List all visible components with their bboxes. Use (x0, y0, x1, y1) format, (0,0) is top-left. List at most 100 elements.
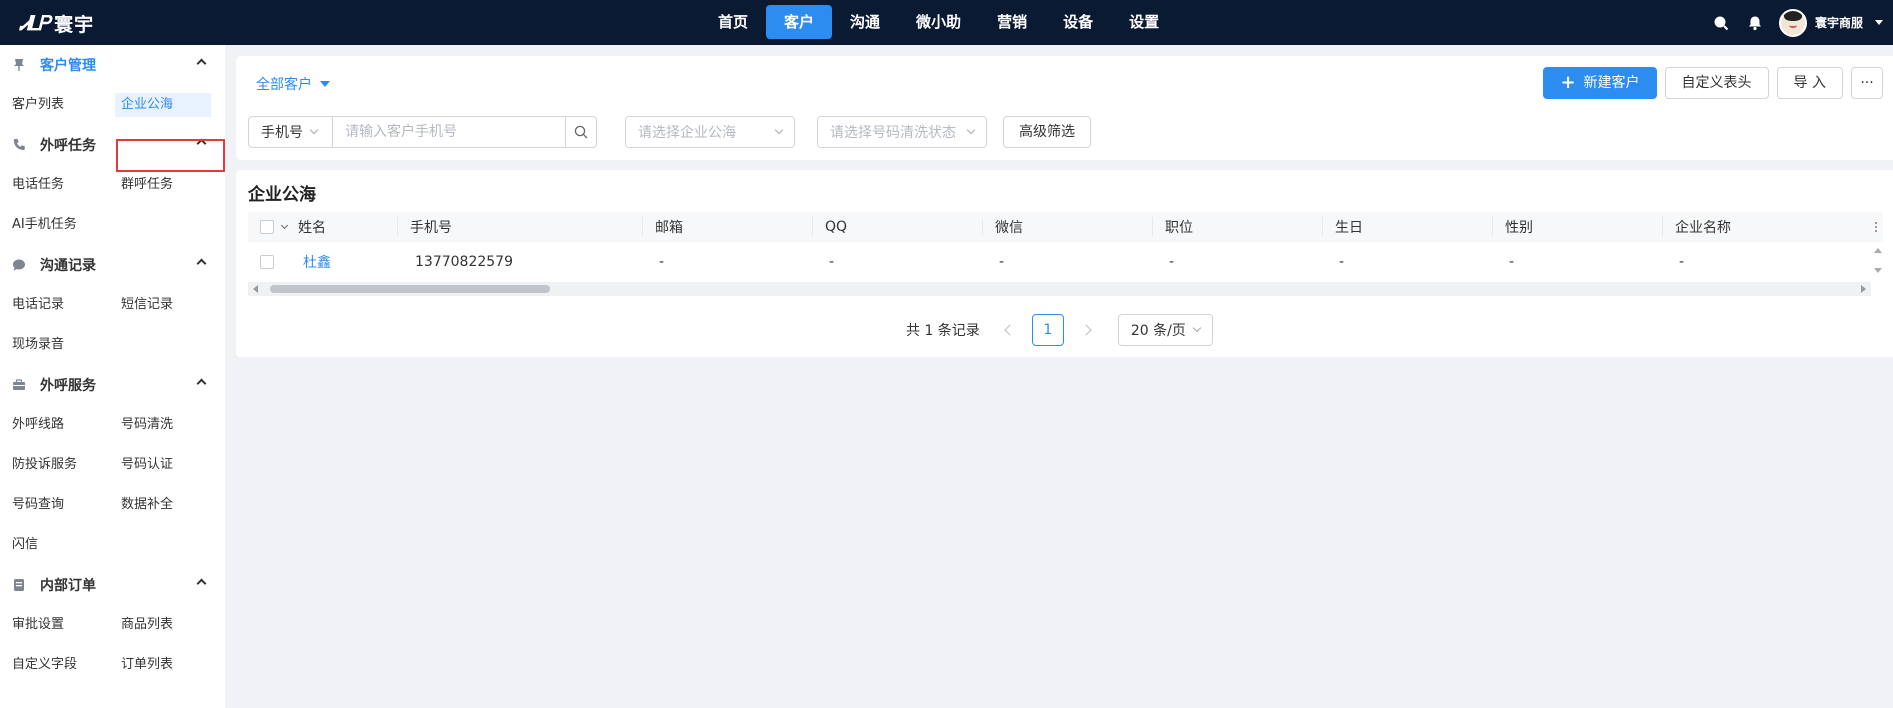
top-bar: ᏗᏞᏢ 寰宇 首页 客户 沟通 微小助 营销 设备 设置 寰宇商服 (0, 0, 1893, 45)
all-customers-dropdown[interactable]: 全部客户 (256, 74, 330, 94)
search-button[interactable] (566, 116, 597, 148)
chevron-down-icon (1192, 323, 1202, 333)
table-cell: - (829, 254, 835, 270)
column-header: 职位 (1153, 217, 1323, 237)
sidebar-item-phone-task[interactable]: 电话任务 (0, 165, 109, 205)
chevron-up-icon[interactable] (196, 58, 207, 69)
sidebar-item-group-call-task[interactable]: 群呼任务 (109, 165, 218, 205)
sidebar-group-header[interactable]: 客户管理 (0, 45, 225, 85)
chevron-down-icon[interactable] (280, 221, 289, 230)
column-header: 企业名称 (1675, 220, 1731, 236)
top-right-area: 寰宇商服 (1711, 0, 1883, 45)
sidebar-group-communication-records: 沟通记录 电话记录 短信记录 现场录音 (0, 245, 225, 365)
sidebar-item-number-lookup[interactable]: 号码查询 (0, 485, 109, 525)
customer-table: 姓名 手机号 邮箱 QQ 微信 职位 生日 性别 企业名称 杜鑫 1377082… (248, 212, 1883, 296)
table-panel: 企业公海 姓名 手机号 邮箱 QQ 微信 职位 生日 性别 企业名称 杜鑫 13… (236, 170, 1893, 357)
sidebar-item-approval-settings[interactable]: 审批设置 (0, 605, 109, 645)
filter-row: 手机号 请选择企业公海 请选择号码清洗状态 高级筛选 (248, 116, 1091, 148)
table-cell: 13770822579 (415, 254, 513, 270)
sidebar-item-anti-complaint[interactable]: 防投诉服务 (0, 445, 109, 485)
phone-search-input[interactable] (333, 116, 566, 148)
chevron-down-icon (966, 125, 976, 135)
more-button[interactable]: ··· (1851, 67, 1883, 99)
pagination: 共 1 条记录 1 20 条/页 (906, 314, 1213, 346)
sidebar-group-outbound-services: 外呼服务 外呼线路 号码清洗 防投诉服务 号码认证 号码查询 数据补全 闪信 (0, 365, 225, 565)
table-row[interactable]: 杜鑫 13770822579 - - - - - - - (248, 242, 1883, 282)
column-header: 性别 (1493, 217, 1663, 237)
chat-icon (12, 258, 26, 272)
vertical-scrollbar[interactable] (1871, 242, 1883, 282)
avatar (1778, 8, 1807, 37)
sidebar-group-header[interactable]: 沟通记录 (0, 245, 225, 285)
scroll-right-icon[interactable] (1861, 285, 1866, 293)
nav-communication[interactable]: 沟通 (832, 5, 898, 39)
row-checkbox[interactable] (260, 255, 274, 269)
import-button[interactable]: 导 入 (1776, 67, 1843, 99)
sidebar-group-header[interactable]: 外呼任务 (0, 125, 225, 165)
nav-settings[interactable]: 设置 (1111, 5, 1177, 39)
filter-panel: 全部客户 +新建客户 自定义表头 导 入 ··· 手机号 请选择企业公海 请选择… (236, 56, 1893, 160)
page-number[interactable]: 1 (1031, 314, 1064, 346)
nav-marketing[interactable]: 营销 (979, 5, 1045, 39)
sidebar-item-number-auth[interactable]: 号码认证 (109, 445, 218, 485)
sidebar-item-number-cleaning[interactable]: 号码清洗 (109, 405, 218, 445)
scroll-down-icon[interactable] (1874, 268, 1882, 273)
logo-text: 寰宇 (54, 13, 95, 36)
horizontal-scrollbar[interactable] (248, 282, 1871, 296)
sidebar-item-sms-records[interactable]: 短信记录 (109, 285, 218, 325)
bell-icon[interactable] (1745, 13, 1765, 33)
sidebar-item-call-records[interactable]: 电话记录 (0, 285, 109, 325)
nav-assistant[interactable]: 微小助 (898, 5, 979, 39)
chevron-up-icon[interactable] (196, 578, 207, 589)
table-cell: - (1679, 254, 1685, 270)
table-cell: - (1169, 254, 1175, 270)
sidebar-group-header[interactable]: 外呼服务 (0, 365, 225, 405)
sidebar-item-flash-sms[interactable]: 闪信 (0, 525, 109, 565)
user-name: 寰宇商服 (1814, 16, 1863, 30)
user-menu[interactable]: 寰宇商服 (1778, 8, 1883, 37)
sidebar-item-onsite-recording[interactable]: 现场录音 (0, 325, 109, 365)
chevron-up-icon[interactable] (196, 258, 207, 269)
order-icon (12, 578, 26, 592)
customer-name-link[interactable]: 杜鑫 (303, 255, 331, 271)
custom-header-button[interactable]: 自定义表头 (1664, 67, 1769, 99)
prev-page-icon[interactable] (1004, 324, 1016, 336)
nav-home[interactable]: 首页 (700, 5, 766, 39)
search-icon[interactable] (1711, 13, 1731, 33)
select-all-checkbox[interactable] (260, 220, 274, 234)
advanced-filter-button[interactable]: 高级筛选 (1003, 116, 1091, 148)
sidebar-item-enterprise-sea[interactable]: 企业公海 (109, 85, 218, 125)
sidebar-item-product-list[interactable]: 商品列表 (109, 605, 218, 645)
scrollbar-thumb[interactable] (270, 285, 550, 293)
number-cleaning-status-select[interactable]: 请选择号码清洗状态 (817, 116, 987, 148)
scroll-left-icon[interactable] (253, 285, 258, 293)
search-field-select[interactable]: 手机号 (248, 116, 333, 148)
page-size-select[interactable]: 20 条/页 (1117, 314, 1213, 346)
scroll-up-icon[interactable] (1874, 248, 1882, 253)
column-overflow-icon (1875, 222, 1879, 232)
sidebar-item-data-completion[interactable]: 数据补全 (109, 485, 218, 525)
sidebar-item-outbound-lines[interactable]: 外呼线路 (0, 405, 109, 445)
sidebar-item-custom-fields[interactable]: 自定义字段 (0, 645, 109, 685)
column-header: 邮箱 (643, 217, 813, 237)
action-buttons: + 新建客户 自定义表头 导 入 ··· (1543, 67, 1883, 99)
chevron-up-icon[interactable] (196, 138, 207, 149)
next-page-icon[interactable] (1080, 324, 1092, 336)
pin-icon (12, 58, 26, 72)
column-header: 手机号 (398, 217, 643, 237)
sidebar: 客户管理 客户列表 企业公海 外呼任务 电话任务 群呼任务 AI手机任务 沟通记… (0, 45, 225, 708)
new-customer-button[interactable]: + 新建客户 (1543, 67, 1657, 99)
nav-device[interactable]: 设备 (1045, 5, 1111, 39)
sidebar-group-header[interactable]: 内部订单 (0, 565, 225, 605)
sidebar-item-customer-list[interactable]: 客户列表 (0, 85, 109, 125)
plus-icon: + (1560, 72, 1576, 93)
sidebar-item-ai-phone-task[interactable]: AI手机任务 (0, 205, 109, 245)
nav-customer[interactable]: 客户 (766, 5, 833, 39)
chevron-up-icon[interactable] (196, 378, 207, 389)
logo[interactable]: ᏗᏞᏢ 寰宇 (20, 10, 94, 36)
column-header: 生日 (1323, 217, 1493, 237)
enterprise-sea-select[interactable]: 请选择企业公海 (625, 116, 795, 148)
sidebar-item-order-list[interactable]: 订单列表 (109, 645, 218, 685)
chevron-down-icon (774, 125, 784, 135)
caret-down-icon (320, 81, 330, 87)
